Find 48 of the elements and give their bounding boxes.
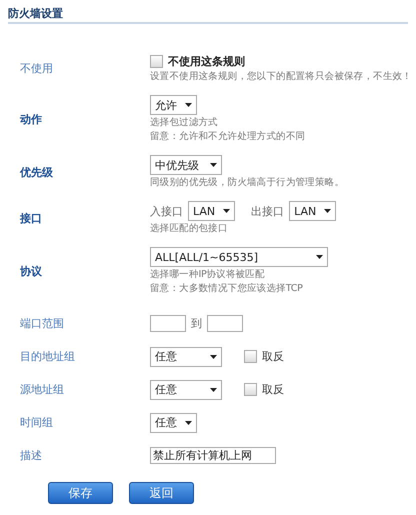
checkbox-label: 不使用这条规则 [168,54,245,69]
field-label: 优先级 [20,164,54,180]
dropdown[interactable]: 任意 [150,346,222,366]
field-label: 时间组 [20,415,54,430]
input-field[interactable]: 禁止所有计算机上网 [150,447,276,464]
checkbox[interactable] [244,350,257,363]
dropdown[interactable]: 任意 [150,380,222,400]
dropdown[interactable]: ALL[ALL/1~65535] [150,247,328,267]
dropdown[interactable]: 允许 [150,95,197,115]
dropdown[interactable]: LAN [188,201,236,221]
caret-icon [324,209,332,213]
checkbox-label: 取反 [262,349,284,364]
field-label: 端口范围 [20,316,65,331]
hint-text: 选择包过滤方式 [150,116,219,129]
field-label: 入接口 [150,204,183,218]
caret-icon [210,354,217,358]
field-label: 接口 [20,210,43,226]
field-label: 协议 [20,264,43,278]
caret-icon [185,103,192,107]
page-title: 防火墙设置 [7,6,64,22]
checkbox[interactable] [150,55,163,68]
dropdown[interactable]: 任意 [150,412,197,432]
checkbox[interactable] [244,383,257,396]
input-field[interactable] [207,315,243,332]
hint-text: 选择哪一种IP协议将被匹配 [150,268,266,281]
form-button[interactable]: 返回 [129,482,194,504]
field-label: 源地址组 [20,382,65,397]
checkbox-label: 取反 [262,382,284,397]
caret-icon [210,163,217,167]
dropdown[interactable]: LAN [289,201,336,221]
field-label: 目的地址组 [20,349,76,364]
field-label: 出接口 [251,204,284,218]
field-label: 动作 [20,112,43,126]
hint-text: 设置不使用这条规则，您以下的配置将只会被保存，不生效！ [150,70,412,83]
field-label: 描述 [20,448,43,463]
input-field[interactable] [150,315,186,332]
form-button[interactable]: 保存 [48,482,113,504]
separator-text: 到 [191,316,202,331]
caret-icon [223,209,230,213]
dropdown[interactable]: 中优先级 [150,155,222,175]
caret-icon [210,388,217,392]
caret-icon [316,255,323,259]
field-label: 不使用 [20,61,54,76]
hint-text: 选择匹配的包接口 [150,222,229,235]
hint-text: 同级别的优先级，防火墙高于行为管理策略。 [150,176,344,189]
caret-icon [185,420,192,424]
hint-text: 留意：大多数情况下您应该选择TCP [150,282,304,295]
hint-text: 留意：允许和不允许处理方式的不同 [150,130,306,143]
